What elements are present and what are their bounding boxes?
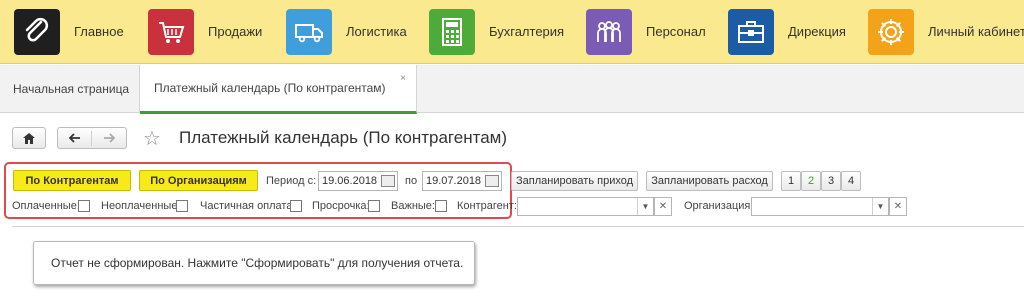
favorite-star-icon[interactable]: ☆ <box>143 126 161 151</box>
paid-checkbox[interactable] <box>78 200 90 212</box>
overdue-checkbox[interactable] <box>368 200 380 212</box>
important-checkbox[interactable] <box>435 200 447 212</box>
page-button-2[interactable]: 2 <box>801 171 821 191</box>
message-text: Отчет не сформирован. Нажмите "Сформиров… <box>51 256 464 270</box>
section-label: Главное <box>74 24 124 39</box>
arrow-right-icon <box>104 132 116 143</box>
section-label: Дирекция <box>788 24 846 39</box>
section-label: Логистика <box>346 24 407 39</box>
report-not-generated-message: Отчет не сформирован. Нажмите "Сформиров… <box>33 241 475 285</box>
tab-home[interactable]: Начальная страница <box>0 65 140 113</box>
period-from-label: Период с: <box>266 175 317 187</box>
section-management[interactable]: Дирекция <box>722 0 846 64</box>
page-button-3[interactable]: 3 <box>821 171 841 191</box>
chevron-down-icon[interactable]: ▼ <box>872 198 888 215</box>
tab-label: Начальная страница <box>13 82 130 96</box>
paperclip-icon <box>14 8 60 55</box>
period-from-field[interactable]: 19.06.2018 <box>318 171 398 191</box>
briefcase-icon <box>728 8 774 55</box>
partial-label: Частичная оплата: <box>200 200 296 212</box>
section-account[interactable]: Личный кабинет <box>862 0 1024 64</box>
cart-icon <box>148 8 194 55</box>
clear-counterparty-icon[interactable]: ✕ <box>654 197 672 216</box>
section-main[interactable]: Главное <box>8 0 124 64</box>
page-button-1[interactable]: 1 <box>781 171 801 191</box>
calendar-icon[interactable] <box>381 175 395 187</box>
chevron-down-icon[interactable]: ▼ <box>637 198 653 215</box>
paid-label: Оплаченные: <box>12 200 80 212</box>
tabs-bar: Начальная страница Платежный календарь (… <box>0 65 1024 114</box>
partial-checkbox[interactable] <box>290 200 302 212</box>
back-button[interactable] <box>58 130 92 146</box>
history-nav <box>57 127 127 149</box>
tab-label: Платежный календарь (По контрагентам) <box>154 81 386 95</box>
close-icon[interactable]: × <box>400 73 406 84</box>
sections-panel: Главное Продажи Логистика Бухгалтерия Пе… <box>0 0 1024 64</box>
organization-select[interactable]: ▼ <box>751 197 889 216</box>
clear-organization-icon[interactable]: ✕ <box>889 197 907 216</box>
period-to-label: по <box>405 175 418 187</box>
page-button-4[interactable]: 4 <box>841 171 861 191</box>
calculator-icon <box>429 8 475 55</box>
unpaid-label: Неоплаченные: <box>101 200 181 212</box>
counterparty-select[interactable]: ▼ <box>517 197 654 216</box>
section-personnel[interactable]: Персонал <box>580 0 706 64</box>
overdue-label: Просрочка: <box>312 200 370 212</box>
date-value: 19.07.2018 <box>426 175 482 187</box>
home-button[interactable] <box>12 127 46 149</box>
unpaid-checkbox[interactable] <box>176 200 188 212</box>
report-divider <box>12 226 1024 227</box>
period-to-field[interactable]: 19.07.2018 <box>422 171 502 191</box>
tab-payment-calendar[interactable]: Платежный календарь (По контрагентам) × <box>140 65 417 114</box>
section-label: Бухгалтерия <box>489 24 565 39</box>
plan-expense-button[interactable]: Запланировать расход <box>646 171 773 191</box>
section-label: Продажи <box>208 24 263 39</box>
important-label: Важные: <box>391 200 435 212</box>
truck-icon <box>286 8 332 55</box>
by-counterparty-button[interactable]: По Контрагентам <box>13 170 131 191</box>
calendar-icon[interactable] <box>485 175 499 187</box>
section-label: Личный кабинет <box>928 24 1024 39</box>
counterparty-label: Контрагент: <box>457 200 517 212</box>
gear-icon <box>868 8 914 55</box>
by-organization-button[interactable]: По Организациям <box>139 170 258 191</box>
section-accounting[interactable]: Бухгалтерия <box>423 0 564 64</box>
organization-label: Организация: <box>684 200 754 212</box>
plan-income-button[interactable]: Запланировать приход <box>511 171 638 191</box>
section-logistics[interactable]: Логистика <box>280 0 407 64</box>
section-sales[interactable]: Продажи <box>142 0 262 64</box>
arrow-left-icon <box>68 132 80 143</box>
people-icon <box>586 8 632 55</box>
date-value: 19.06.2018 <box>322 175 378 187</box>
forward-button[interactable] <box>92 131 126 146</box>
page-title: Платежный календарь (По контрагентам) <box>179 128 508 147</box>
home-icon <box>23 132 35 144</box>
section-label: Персонал <box>646 24 706 39</box>
